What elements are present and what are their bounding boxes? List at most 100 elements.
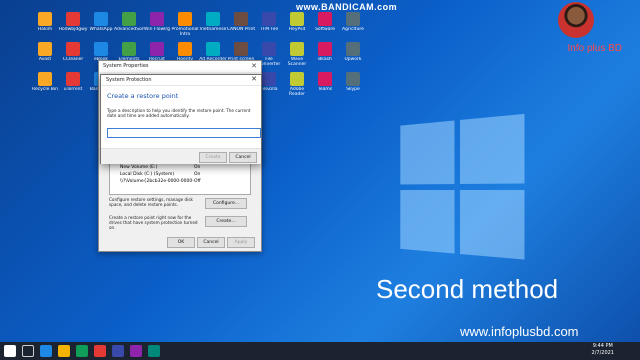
app-icon xyxy=(178,12,192,26)
desktop-icon-label: uTorrent xyxy=(63,87,83,92)
desktop-icon[interactable]: Teams xyxy=(310,72,340,97)
desktop-icon[interactable]: CANON Print xyxy=(226,12,256,37)
desktop-icon-label: Software xyxy=(315,27,335,32)
create-restore-point-dialog: System Protection ✕ Create a restore poi… xyxy=(100,74,262,164)
app-icon xyxy=(234,12,248,26)
app-icon[interactable] xyxy=(94,345,106,357)
app-icon xyxy=(346,12,360,26)
configure-button[interactable]: Configure... xyxy=(205,198,247,209)
restore-point-description-input[interactable] xyxy=(107,128,261,138)
start-icon[interactable] xyxy=(4,345,16,357)
desktop-icon-label: Wave Scanner xyxy=(287,57,307,67)
list-item[interactable]: Local Disk (C:) (System) On xyxy=(110,171,250,178)
taskbar: 9:44 PM 2/7/2021 xyxy=(0,342,640,360)
protected-drives-list: New Volume (E:) On Local Disk (C:) (Syste… xyxy=(109,163,251,195)
dialog-footer: Create Cancel xyxy=(101,148,261,164)
recorder-watermark: www.BANDICAM.com xyxy=(296,2,398,12)
ok-button[interactable]: OK xyxy=(167,237,195,248)
system-clock[interactable]: 9:44 PM 2/7/2021 xyxy=(592,343,614,357)
create-description: Create a restore point right now for the… xyxy=(109,215,198,230)
desktop-icon[interactable]: Wave Scanner xyxy=(282,42,312,67)
list-item[interactable]: \\?\Volume{2bcb32e-0000-0000- Off xyxy=(110,178,250,185)
app-icon[interactable] xyxy=(130,345,142,357)
app-icon xyxy=(38,72,52,86)
app-icon xyxy=(318,72,332,86)
app-icon xyxy=(150,42,164,56)
chrome-icon[interactable] xyxy=(76,345,88,357)
app-icon[interactable] xyxy=(148,345,160,357)
search-icon[interactable] xyxy=(22,345,34,357)
desktop-icon-label: CANON Print xyxy=(226,27,256,32)
website-url: www.infoplusbd.com xyxy=(460,324,579,339)
create-button[interactable]: Create xyxy=(199,152,227,163)
desktop-icon-label: Hodwbjdgwy xyxy=(58,27,88,32)
app-icon xyxy=(318,42,332,56)
presenter-avatar xyxy=(558,2,594,38)
desktop-icon[interactable]: Win Flowlrg xyxy=(142,12,172,37)
desktop-icon-label: Avast xyxy=(38,57,52,62)
cancel-button[interactable]: Cancel xyxy=(197,237,225,248)
desktop-icon-label: Adobe Reader xyxy=(289,87,305,97)
desktop-icon[interactable]: AdvancedSon xyxy=(114,12,144,37)
desktop-icon[interactable]: Adobe Reader xyxy=(282,72,312,97)
app-icon xyxy=(66,42,80,56)
app-icon xyxy=(38,12,52,26)
desktop-icon-label: Win Flowlrg xyxy=(143,27,171,32)
desktop-icon[interactable]: Vietnamese xyxy=(198,12,228,37)
desktop-icon[interactable]: uTorrent xyxy=(58,72,88,97)
desktop-icon-label: WhatsApp xyxy=(89,27,113,32)
close-icon[interactable]: ✕ xyxy=(251,75,257,83)
list-item[interactable]: New Volume (E:) On xyxy=(110,164,250,171)
desktop-icon-label: TFM File xyxy=(259,27,279,32)
desktop-icon[interactable]: Skype xyxy=(338,72,368,97)
app-icon xyxy=(94,42,108,56)
desktop-icon-label: Agriclture xyxy=(342,27,364,32)
dialog-description: Type a description to help you identify … xyxy=(107,108,251,118)
app-icon xyxy=(178,42,192,56)
desktop-icon[interactable]: Recycle Bin xyxy=(30,72,60,97)
desktop-icon[interactable]: HeyPsd xyxy=(282,12,312,37)
dialog-heading: Create a restore point xyxy=(107,92,179,100)
desktop-icon[interactable]: WhatsApp xyxy=(86,12,116,37)
app-icon xyxy=(66,72,80,86)
apply-button[interactable]: Apply xyxy=(227,237,255,248)
desktop-icon[interactable]: TFM File xyxy=(254,12,284,37)
desktop-icon[interactable]: Avast xyxy=(30,42,60,67)
app-icon xyxy=(290,12,304,26)
desktop-icon-label: HeyPsd xyxy=(288,27,306,32)
desktop-icon[interactable]: Promotional Intro xyxy=(170,12,200,37)
app-icon xyxy=(150,12,164,26)
app-icon xyxy=(290,42,304,56)
dialog-cancel-button[interactable]: Cancel xyxy=(229,152,257,163)
app-icon[interactable] xyxy=(112,345,124,357)
app-icon xyxy=(38,42,52,56)
app-icon xyxy=(346,72,360,86)
app-icon xyxy=(206,12,220,26)
desktop-icon-label: Promotional Intro xyxy=(171,27,199,37)
channel-name: Info plus BD xyxy=(567,43,622,54)
app-icon xyxy=(94,12,108,26)
app-icon xyxy=(122,12,136,26)
desktop-icon[interactable]: Software xyxy=(310,12,340,37)
app-icon xyxy=(346,42,360,56)
windows-wallpaper-logo xyxy=(400,113,531,266)
app-icon xyxy=(122,42,136,56)
file-explorer-icon[interactable] xyxy=(58,345,70,357)
app-icon xyxy=(206,42,220,56)
desktop-icon-label: Skype xyxy=(346,87,360,92)
desktop-icon[interactable]: Bkash xyxy=(310,42,340,67)
desktop-icon-label: Teams xyxy=(317,87,333,92)
close-icon[interactable]: ✕ xyxy=(251,62,257,70)
desktop-icon[interactable]: CCleaner xyxy=(58,42,88,67)
app-icon xyxy=(66,12,80,26)
desktop-icon[interactable]: Agriclture xyxy=(338,12,368,37)
create-restore-button[interactable]: Create... xyxy=(205,216,247,227)
desktop-icon[interactable]: Hakim xyxy=(30,12,60,37)
desktop-icon[interactable]: Upwork xyxy=(338,42,368,67)
desktop-icon-label: AdvancedSon xyxy=(114,27,144,32)
desktop-icon-label: Vietnamese xyxy=(199,27,227,32)
dialog-title: System Protection xyxy=(101,75,261,86)
desktop-icon[interactable]: Hodwbjdgwy xyxy=(58,12,88,37)
task-view-icon[interactable] xyxy=(40,345,52,357)
app-icon xyxy=(318,12,332,26)
